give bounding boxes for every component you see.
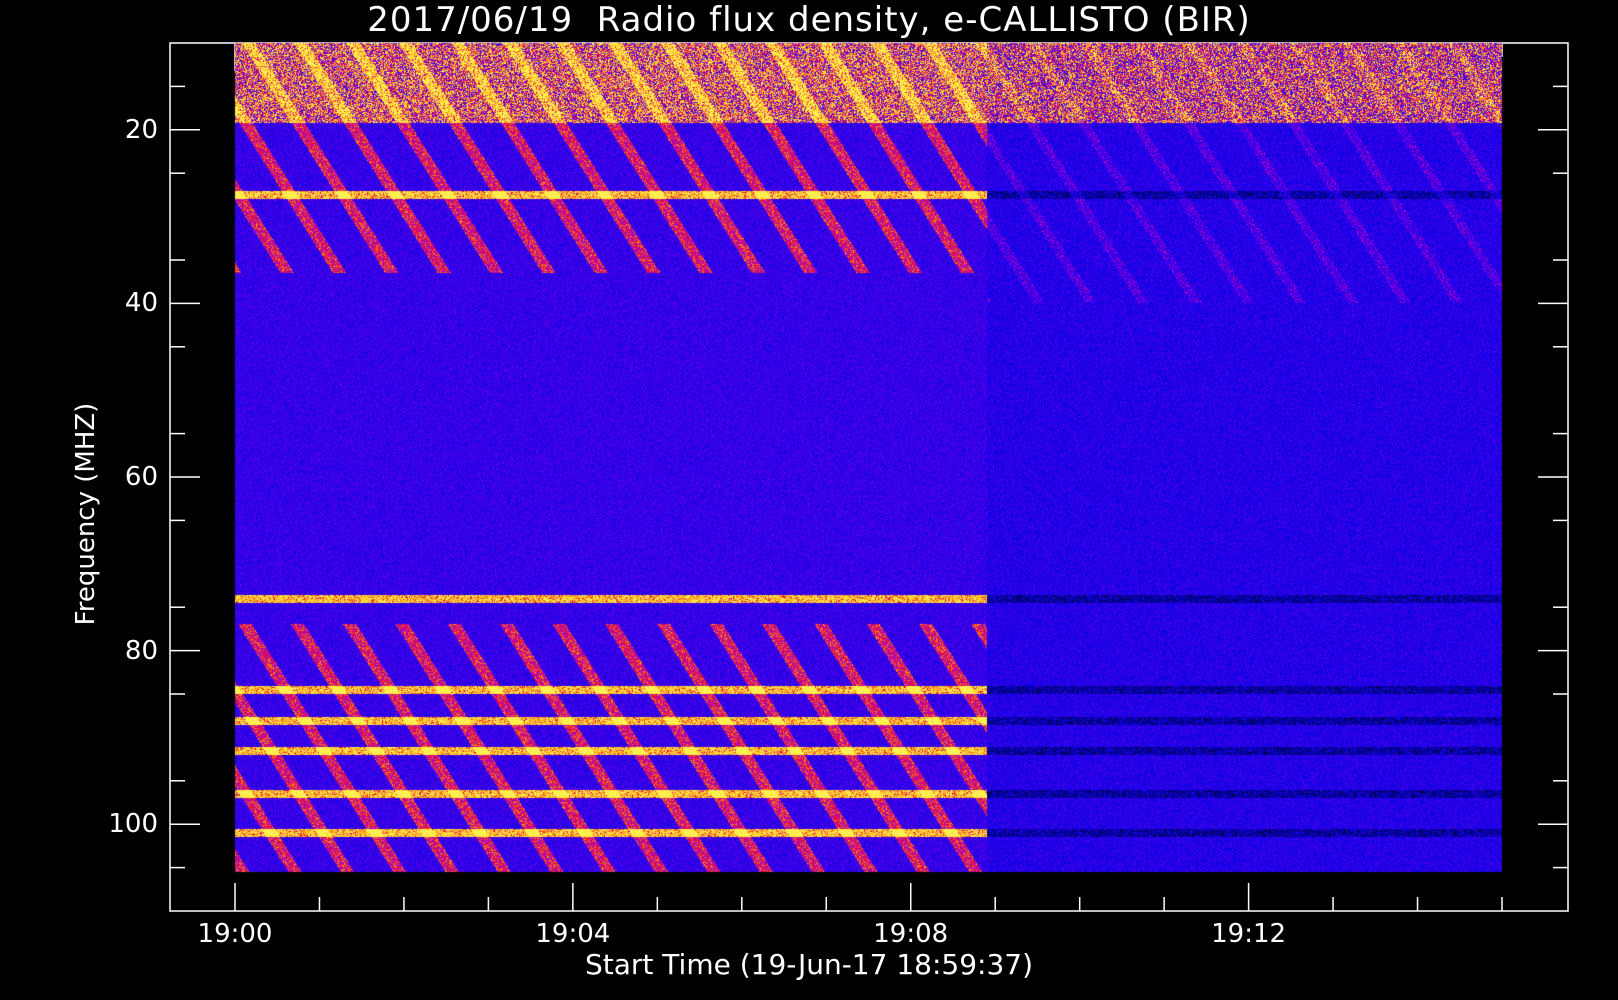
y-tick-label: 60	[124, 462, 158, 492]
y-tick-label: 40	[124, 288, 158, 319]
x-tick-label: 19:00	[197, 919, 273, 949]
x-tick-label: 19:12	[1211, 919, 1287, 949]
x-axis-label: Start Time (19-Jun-17 18:59:37)	[585, 948, 1033, 981]
y-tick-label: 20	[124, 114, 158, 145]
x-tick-label: 19:04	[535, 919, 611, 949]
y-axis-label: Frequency (MHZ)	[71, 402, 101, 626]
x-tick-label: 19:08	[873, 919, 949, 949]
y-tick-label: 80	[124, 635, 158, 666]
spectrogram-heatmap	[0, 0, 1618, 1000]
chart-title: 2017/06/19 Radio flux density, e-CALLIST…	[367, 0, 1251, 40]
y-tick-label: 100	[108, 809, 158, 840]
